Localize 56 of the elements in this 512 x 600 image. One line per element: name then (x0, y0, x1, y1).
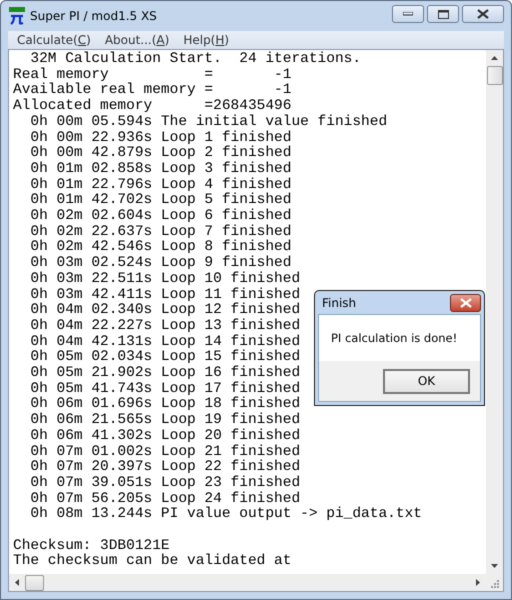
log-line: 0h 04m 22.227s Loop 13 finished (29, 318, 300, 334)
log-line: 0h 07m 56.205s Loop 24 finished (29, 492, 300, 507)
log-line: 0h 03m 42.411s Loop 11 finished (29, 288, 300, 303)
scroll-thumb[interactable] (25, 574, 44, 590)
close-icon (460, 298, 472, 308)
scroll-right-icon[interactable] (476, 579, 480, 586)
log-line: 0h 02m 22.637s Loop 7 finished (29, 224, 292, 240)
window-title: Super PI / mod1.5 XS (30, 9, 157, 23)
log-line: 0h 06m 01.696s Loop 18 finished (29, 397, 300, 412)
minimize-icon (403, 12, 413, 16)
log-line: 0h 00m 42.879s Loop 2 finished (29, 146, 292, 162)
ok-button[interactable]: OK (383, 368, 470, 394)
log-line: Real memory = -1 (13, 68, 292, 83)
menu-item[interactable]: About...(A) (100, 33, 174, 47)
log-line: Checksum: 3DB0121E (13, 538, 170, 554)
log-line: 0h 07m 01.002s Loop 21 finished (29, 444, 300, 460)
close-icon (477, 9, 489, 19)
maximize-button[interactable] (427, 5, 459, 23)
log-line: 0h 03m 22.511s Loop 10 finished (29, 272, 300, 288)
close-button[interactable] (462, 5, 504, 23)
dialog-title: Finish (321, 296, 356, 310)
log-line: 0h 06m 21.565s Loop 19 finished (29, 413, 300, 428)
log-line: 0h 00m 22.936s Loop 1 finished (29, 130, 292, 146)
log-line: 0h 07m 39.051s Loop 23 finished (29, 476, 300, 492)
log-line: 0h 01m 22.796s Loop 4 finished (29, 178, 292, 193)
log-line: 0h 02m 02.604s Loop 6 finished (29, 209, 292, 224)
log-line: 0h 05m 02.034s Loop 15 finished (29, 350, 300, 366)
close-button[interactable] (450, 294, 481, 312)
log-line: The checksum can be validated at (13, 554, 292, 570)
log-line: 0h 05m 41.743s Loop 17 finished (29, 382, 300, 397)
maximize-icon (438, 10, 448, 18)
log-line: 0h 04m 02.340s Loop 12 finished (29, 303, 300, 318)
log-line: 0h 00m 05.594s The initial value finished (29, 114, 388, 130)
log-line: 0h 03m 02.524s Loop 9 finished (29, 256, 292, 272)
menu-item[interactable]: Help(H) (178, 33, 234, 47)
log-line: 32M Calculation Start. 24 iterations. (29, 52, 362, 68)
vertical-scrollbar[interactable] (486, 50, 503, 574)
size-grip-icon[interactable] (490, 579, 499, 588)
log-line: 0h 01m 42.702s Loop 5 finished (29, 193, 292, 208)
log-line: 0h 01m 02.858s Loop 3 finished (29, 162, 292, 178)
log-line: 0h 05m 21.902s Loop 16 finished (29, 366, 300, 382)
menu-item[interactable]: Calculate(C) (12, 33, 96, 47)
minimize-button[interactable] (392, 5, 424, 23)
log-line: Available real memory = -1 (13, 83, 292, 98)
log-line: Allocated memory =268435496 (13, 99, 292, 114)
pi-logo-icon (9, 7, 25, 25)
scroll-thumb[interactable] (486, 66, 502, 85)
scroll-up-icon[interactable] (491, 56, 498, 60)
log-line: 0h 07m 20.397s Loop 22 finished (29, 460, 300, 476)
log-line: 0h 06m 41.302s Loop 20 finished (29, 428, 300, 444)
log-line: 0h 02m 42.546s Loop 8 finished (29, 240, 292, 256)
dialog-message: PI calculation is done! (331, 331, 458, 345)
scroll-down-icon[interactable] (491, 564, 498, 568)
log-line: 0h 08m 13.244s PI value output -> pi_data.txt (29, 507, 422, 524)
log-line: 0h 04m 42.131s Loop 14 finished (29, 334, 300, 350)
scroll-left-icon[interactable] (15, 579, 19, 586)
